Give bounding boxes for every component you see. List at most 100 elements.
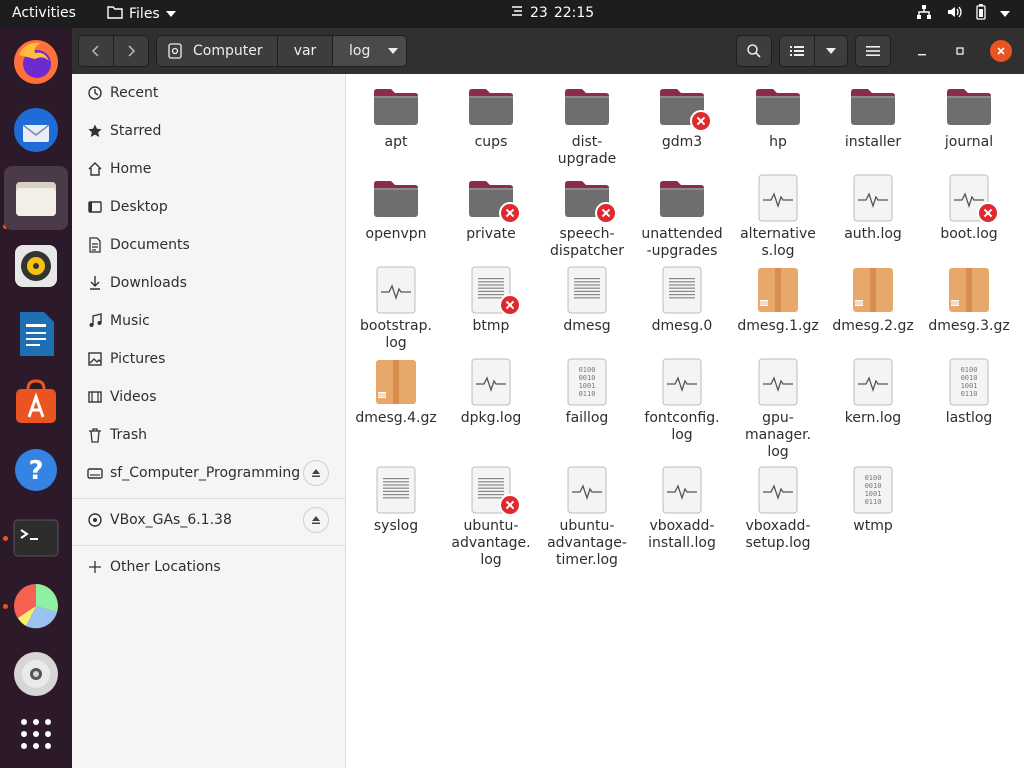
breadcrumb-log[interactable]: log — [332, 35, 407, 67]
sidebar-item-vbox-gas-6-1-38[interactable]: VBox_GAs_6.1.38 — [72, 501, 345, 539]
breadcrumb-label: Computer — [193, 43, 263, 59]
file-item-gdm3[interactable]: gdm3 — [634, 82, 730, 151]
search-button[interactable] — [736, 35, 772, 67]
sidebar-item-pictures[interactable]: Pictures — [72, 340, 345, 378]
writer-launcher[interactable] — [4, 302, 68, 366]
log-file-icon — [754, 174, 802, 222]
file-item-dmesg-3-gz[interactable]: dmesg.3.gz — [921, 266, 1017, 335]
file-item-alternatives-log[interactable]: alternative s.log — [730, 174, 826, 260]
view-toggle-button[interactable] — [779, 35, 815, 67]
sidebar-item-home[interactable]: Home — [72, 150, 345, 188]
ubuntu-software-launcher[interactable] — [4, 370, 68, 434]
file-item-apt[interactable]: apt — [348, 82, 444, 151]
sidebar-item-label: sf_Computer_Programming — [110, 465, 301, 481]
sidebar-item-other-locations[interactable]: Other Locations — [72, 548, 345, 586]
clock-icon — [86, 84, 104, 102]
dvd-launcher[interactable] — [4, 642, 68, 706]
sidebar-item-videos[interactable]: Videos — [72, 378, 345, 416]
file-item-private[interactable]: private — [443, 174, 539, 243]
file-name: dmesg.0 — [651, 318, 713, 334]
file-item-hp[interactable]: hp — [730, 82, 826, 151]
sidebar-item-desktop[interactable]: Desktop — [72, 188, 345, 226]
home-icon — [86, 160, 104, 178]
forward-button[interactable] — [113, 35, 149, 67]
sidebar-item-label: Downloads — [110, 275, 187, 291]
clock-date: 23 — [530, 5, 548, 21]
file-item-ubuntu-advantage-timer-log[interactable]: ubuntu- advantage- timer.log — [539, 466, 635, 569]
file-item-unattended-upgrades[interactable]: unattended -upgrades — [634, 174, 730, 260]
sidebar-item-documents[interactable]: Documents — [72, 226, 345, 264]
sidebar-item-sf-computer-programming[interactable]: sf_Computer_Programming — [72, 454, 345, 492]
file-item-btmp[interactable]: btmp — [443, 266, 539, 335]
file-item-vboxadd-setup-log[interactable]: vboxadd- setup.log — [730, 466, 826, 552]
file-item-dpkg-log[interactable]: dpkg.log — [443, 358, 539, 427]
file-item-installer[interactable]: installer — [825, 82, 921, 151]
file-item-auth-log[interactable]: auth.log — [825, 174, 921, 243]
file-item-speech-dispatcher[interactable]: speech- dispatcher — [539, 174, 635, 260]
file-item-openvpn[interactable]: openvpn — [348, 174, 444, 243]
svg-text:0110: 0110 — [579, 390, 596, 398]
eject-button[interactable] — [303, 507, 329, 533]
maximize-button[interactable] — [950, 42, 970, 60]
help-launcher[interactable]: ? — [4, 438, 68, 502]
close-icon — [997, 47, 1005, 55]
show-applications-button[interactable] — [4, 702, 68, 766]
file-item-dist-upgrade[interactable]: dist- upgrade — [539, 82, 635, 168]
firefox-launcher[interactable] — [4, 30, 68, 94]
file-item-dmesg[interactable]: dmesg — [539, 266, 635, 335]
sidebar-item-music[interactable]: Music — [72, 302, 345, 340]
breadcrumb-computer[interactable]: Computer — [156, 35, 278, 67]
hamburger-icon — [866, 46, 880, 56]
file-item-dmesg-4-gz[interactable]: dmesg.4.gz — [348, 358, 444, 427]
minimize-icon — [918, 54, 926, 56]
file-item-syslog[interactable]: syslog — [348, 466, 444, 535]
app-menu[interactable]: Files — [107, 5, 176, 23]
sidebar-separator — [72, 545, 345, 546]
activities-button[interactable]: Activities — [12, 5, 76, 21]
sidebar-item-downloads[interactable]: Downloads — [72, 264, 345, 302]
file-item-cups[interactable]: cups — [443, 82, 539, 151]
file-name: hp — [769, 134, 787, 150]
file-item-dmesg-0[interactable]: dmesg.0 — [634, 266, 730, 335]
disk-usage-launcher[interactable] — [4, 574, 68, 638]
sidebar-item-starred[interactable]: Starred — [72, 112, 345, 150]
file-item-bootstrap-log[interactable]: bootstrap. log — [348, 266, 444, 352]
clock[interactable]: 23 22:15 — [510, 5, 594, 21]
clock-time: 22:15 — [553, 5, 595, 21]
view-options-button[interactable] — [814, 35, 848, 67]
file-item-wtmp[interactable]: 0100 0010 1001 0110 wtmp — [825, 466, 921, 535]
file-name: auth.log — [844, 226, 902, 242]
menu-button[interactable] — [855, 35, 891, 67]
file-item-dmesg-1-gz[interactable]: dmesg.1.gz — [730, 266, 826, 335]
file-item-dmesg-2-gz[interactable]: dmesg.2.gz — [825, 266, 921, 335]
log-file-icon — [849, 358, 897, 406]
rhythmbox-launcher[interactable] — [4, 234, 68, 298]
drive-icon — [168, 43, 182, 59]
file-item-vboxadd-install-log[interactable]: vboxadd- install.log — [634, 466, 730, 552]
eject-button[interactable] — [303, 460, 329, 486]
sidebar-item-label: VBox_GAs_6.1.38 — [110, 512, 232, 528]
thunderbird-launcher[interactable] — [4, 98, 68, 162]
file-item-faillog[interactable]: 0100 0010 1001 0110 faillog — [539, 358, 635, 427]
file-item-ubuntu-advantage-log[interactable]: ubuntu- advantage. log — [443, 466, 539, 569]
file-item-kern-log[interactable]: kern.log — [825, 358, 921, 427]
minimize-button[interactable] — [912, 44, 932, 60]
maximize-icon — [956, 47, 964, 55]
files-launcher[interactable] — [4, 166, 68, 230]
breadcrumb-var[interactable]: var — [277, 35, 333, 67]
file-name: dmesg — [563, 318, 611, 334]
archive-icon — [945, 266, 993, 314]
file-item-lastlog[interactable]: 0100 0010 1001 0110 lastlog — [921, 358, 1017, 427]
file-item-boot-log[interactable]: boot.log — [921, 174, 1017, 243]
file-item-journal[interactable]: journal — [921, 82, 1017, 151]
sidebar-item-trash[interactable]: Trash — [72, 416, 345, 454]
file-item-gpu-manager-log[interactable]: gpu- manager. log — [730, 358, 826, 461]
sidebar-item-recent[interactable]: Recent — [72, 74, 345, 112]
chevron-down-icon — [826, 48, 836, 54]
system-tray[interactable] — [916, 4, 1010, 24]
terminal-launcher[interactable] — [4, 506, 68, 570]
close-button[interactable] — [990, 40, 1012, 62]
file-name: apt — [384, 134, 408, 150]
file-item-fontconfig-log[interactable]: fontconfig. log — [634, 358, 730, 444]
back-button[interactable] — [78, 35, 114, 67]
